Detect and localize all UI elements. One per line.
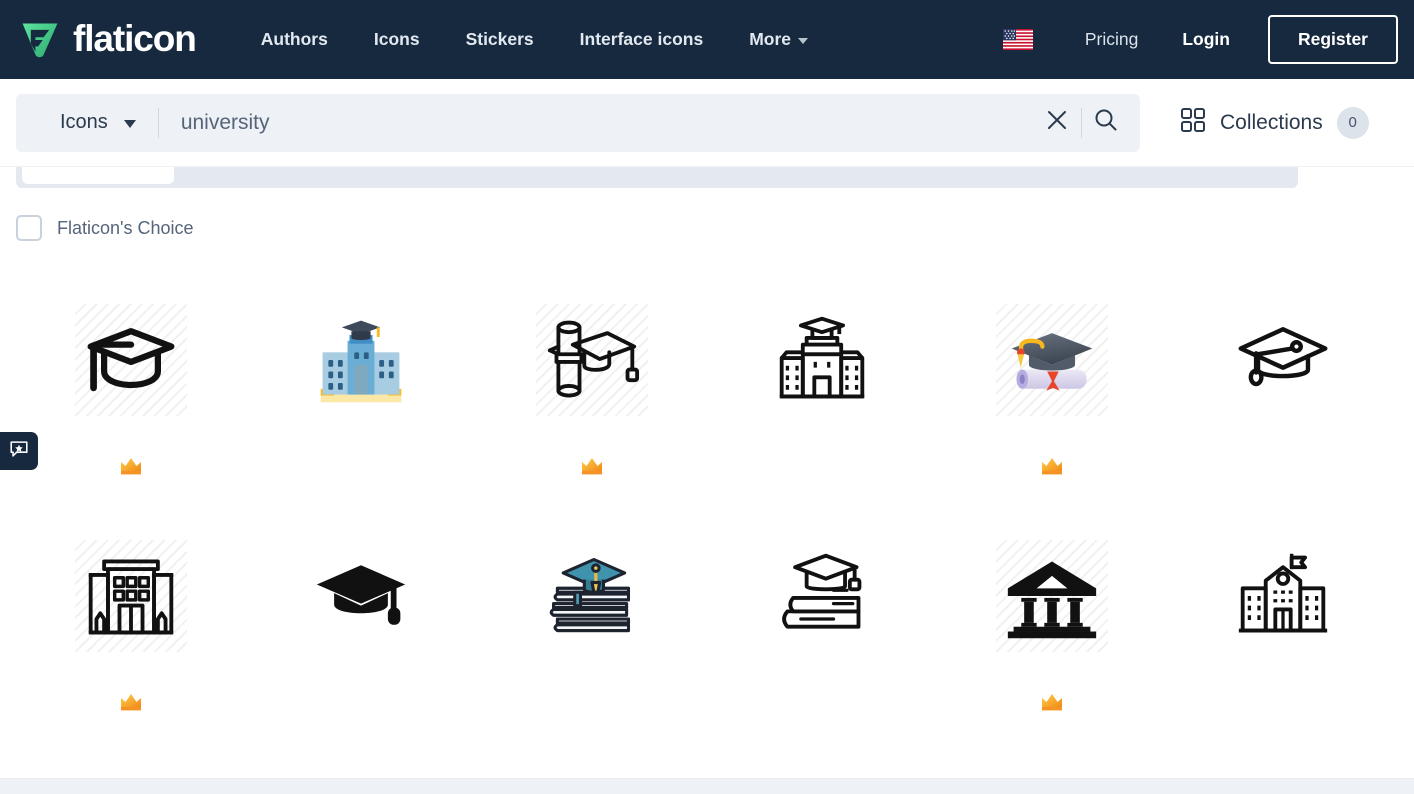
result-item[interactable]	[246, 540, 476, 776]
search-box: Icons	[16, 93, 1140, 152]
nav-label: Interface icons	[579, 29, 704, 49]
graduation-cap-outline-icon[interactable]	[75, 304, 188, 416]
graduation-cap-solid-icon[interactable]	[305, 540, 417, 652]
collections-button[interactable]: Collections 0	[1180, 106, 1369, 139]
flaticons-choice-filter[interactable]: Flaticon's Choice	[0, 188, 194, 246]
site-header: flaticon Authors Icons Stickers Interfac…	[0, 0, 1414, 79]
result-item[interactable]	[16, 304, 246, 540]
filter-toolbar-clipped	[0, 166, 1414, 188]
premium-badge-empty	[477, 690, 707, 714]
register-button[interactable]: Register	[1267, 15, 1398, 64]
result-item[interactable]	[937, 304, 1167, 540]
premium-badge-empty	[246, 690, 476, 714]
result-item[interactable]	[937, 540, 1167, 776]
nav-item-authors[interactable]: Authors	[238, 19, 351, 60]
crown-icon	[121, 694, 142, 711]
search-bar-region: Icons university Collections 0	[0, 79, 1414, 166]
search-results-grid	[0, 246, 1414, 776]
premium-badge	[937, 454, 1167, 478]
result-item[interactable]	[16, 540, 246, 776]
books-graduation-cap-color-icon[interactable]	[536, 540, 648, 652]
main-navigation: Authors Icons Stickers Interface icons M…	[238, 19, 831, 60]
filter-segment-active[interactable]	[22, 167, 174, 184]
flaticon-logo-icon	[18, 18, 62, 62]
premium-badge	[16, 454, 246, 478]
pricing-link[interactable]: Pricing	[1063, 19, 1161, 60]
chevron-down-icon	[798, 38, 809, 44]
books-graduation-cap-line-icon[interactable]	[766, 540, 878, 652]
footer-band	[0, 778, 1414, 794]
premium-badge-empty	[707, 690, 937, 714]
grid-icon	[1180, 107, 1206, 138]
premium-badge	[16, 690, 246, 714]
search-input[interactable]	[158, 93, 1033, 152]
filter-segmented-control[interactable]	[16, 167, 1298, 188]
results-row	[16, 540, 1398, 776]
nav-label: Icons	[373, 29, 420, 49]
search-submit-button[interactable]	[1082, 99, 1130, 147]
nav-label: Stickers	[465, 29, 534, 49]
search-scope-label: Icons	[60, 111, 108, 133]
nav-item-more[interactable]: More	[726, 19, 831, 60]
brand-logo[interactable]: flaticon	[18, 17, 197, 62]
premium-badge	[937, 690, 1167, 714]
premium-badge-empty	[707, 454, 937, 478]
crown-icon	[1042, 694, 1063, 711]
brand-name: flaticon	[73, 17, 197, 59]
header-right-cluster: Pricing Login Register	[1002, 15, 1398, 64]
diploma-scroll-graduation-cap-icon[interactable]	[535, 304, 648, 416]
school-flag-building-line-icon[interactable]	[1227, 540, 1339, 652]
result-item[interactable]	[477, 540, 707, 776]
results-row	[16, 304, 1398, 540]
us-flag-icon[interactable]	[1002, 29, 1033, 50]
nav-item-icons[interactable]: Icons	[351, 19, 443, 60]
feedback-tab-button[interactable]	[0, 432, 38, 470]
feedback-star-bubble-icon	[8, 438, 30, 465]
premium-badge-empty	[1168, 690, 1398, 714]
chevron-down-icon	[123, 120, 136, 128]
crown-icon	[121, 458, 142, 475]
mortarboard-outline-icon[interactable]	[1227, 304, 1339, 416]
login-link[interactable]: Login	[1160, 19, 1252, 60]
flaticons-choice-label: Flaticon's Choice	[57, 217, 194, 238]
nav-item-interface-icons[interactable]: Interface icons	[557, 19, 727, 60]
result-item[interactable]	[1168, 304, 1398, 540]
nav-label: Authors	[260, 29, 328, 49]
nav-label: More	[749, 29, 792, 49]
university-building-line-icon[interactable]	[766, 304, 878, 416]
result-item[interactable]	[707, 304, 937, 540]
school-building-windows-line-icon[interactable]	[75, 540, 188, 652]
premium-badge-empty	[246, 454, 476, 478]
result-item[interactable]	[477, 304, 707, 540]
collections-label: Collections	[1220, 110, 1323, 134]
search-icon	[1092, 106, 1120, 139]
school-building-flat-color-icon[interactable]	[305, 304, 417, 416]
nav-item-stickers[interactable]: Stickers	[443, 19, 557, 60]
premium-badge	[477, 454, 707, 478]
result-item[interactable]	[707, 540, 937, 776]
result-item[interactable]	[246, 304, 476, 540]
bank-columns-solid-icon[interactable]	[996, 540, 1109, 652]
result-item[interactable]	[1168, 540, 1398, 776]
collections-count-badge: 0	[1336, 106, 1369, 139]
close-icon	[1044, 107, 1070, 138]
premium-badge-empty	[1168, 454, 1398, 478]
clear-search-button[interactable]	[1033, 99, 1081, 147]
crown-icon	[581, 458, 602, 475]
search-scope-dropdown[interactable]: Icons	[16, 94, 158, 152]
graduation-cap-diploma-3d-icon[interactable]	[996, 304, 1109, 416]
crown-icon	[1042, 458, 1063, 475]
flaticons-choice-checkbox[interactable]	[16, 215, 42, 241]
